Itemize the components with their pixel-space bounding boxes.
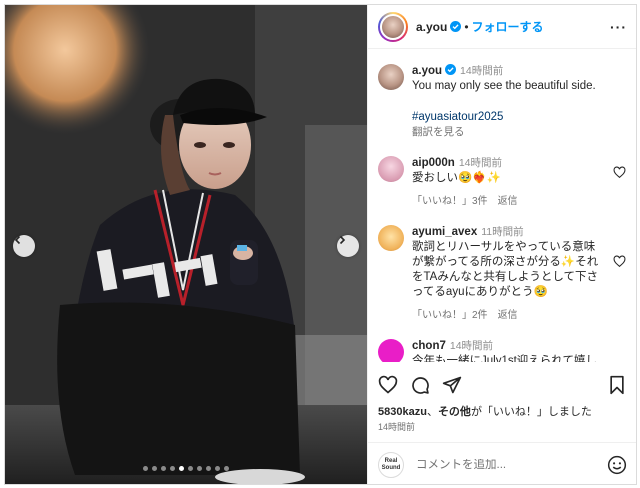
follow-button[interactable]: フォローする bbox=[472, 18, 544, 35]
liker-username[interactable]: 5830kazu bbox=[378, 406, 427, 418]
verified-badge-icon bbox=[450, 21, 462, 32]
current-user-avatar[interactable]: Real Sound bbox=[378, 451, 404, 478]
caption-text: You may only see the beautiful side. bbox=[412, 80, 596, 92]
commenter-avatar[interactable] bbox=[378, 156, 404, 182]
post-header: a.you • フォローする ··· bbox=[368, 5, 636, 49]
comment-username[interactable]: ayumi_avex bbox=[412, 226, 477, 238]
carousel-dot bbox=[215, 466, 220, 471]
commenter-avatar[interactable] bbox=[378, 339, 404, 362]
commenter-avatar[interactable] bbox=[378, 225, 404, 251]
comment-meta: 「いいね！」3件 返信 bbox=[412, 194, 606, 209]
caption-avatar[interactable] bbox=[378, 64, 404, 90]
comment-text: 今年も一緒にJuly1st迎えられて嬉し bbox=[412, 355, 597, 362]
comment-username[interactable]: aip000n bbox=[412, 157, 455, 169]
comment-list[interactable]: a.you 14時間前 You may only see the beautifu… bbox=[368, 50, 636, 362]
post-photo[interactable] bbox=[5, 5, 367, 484]
photo-illustration bbox=[5, 5, 367, 484]
post-actions-bar bbox=[378, 373, 627, 397]
comment-like-count[interactable]: 「いいね！」3件 bbox=[412, 196, 488, 207]
comment-item: aip000n 14時間前 愛おしい🥹❤️‍🔥✨ 「いいね！」3件 返信 bbox=[378, 156, 628, 209]
author-avatar[interactable] bbox=[378, 11, 408, 42]
likes-summary: 5830kazu、その他が「いいね！」しました bbox=[378, 403, 592, 419]
comment-input[interactable] bbox=[416, 458, 607, 471]
chevron-right-icon bbox=[339, 235, 346, 245]
comment-meta: 「いいね！」2件 返信 bbox=[412, 308, 606, 323]
carousel-dot bbox=[224, 466, 229, 471]
comment-username[interactable]: chon7 bbox=[412, 340, 446, 352]
author-username[interactable]: a.you bbox=[416, 20, 447, 34]
avatar-badge-line1: Real bbox=[384, 457, 398, 464]
carousel-dot bbox=[161, 466, 166, 471]
reply-button[interactable]: 返信 bbox=[498, 310, 518, 321]
translate-link[interactable]: 翻訳を見る bbox=[412, 125, 628, 140]
carousel-dot bbox=[143, 466, 148, 471]
post-timestamp[interactable]: 14時間前 bbox=[378, 420, 415, 433]
more-options-button[interactable]: ··· bbox=[610, 19, 627, 35]
comment-item: chon7 14時間前 今年も一緒にJuly1st迎えられて嬉し bbox=[378, 339, 628, 362]
likes-suffix: が「いいね！」しました bbox=[470, 406, 592, 418]
comment-item: ayumi_avex 11時間前 歌詞とリハーサルをやっている意味が繋がってる所の… bbox=[378, 225, 628, 323]
carousel-dot bbox=[206, 466, 211, 471]
avatar-badge-line2: Sound bbox=[381, 464, 401, 471]
bookmark-icon[interactable] bbox=[607, 375, 627, 395]
carousel-dot bbox=[179, 466, 184, 471]
carousel-dot bbox=[197, 466, 202, 471]
carousel-indicator bbox=[5, 466, 367, 471]
like-comment-heart-icon[interactable] bbox=[613, 166, 626, 179]
like-heart-icon[interactable] bbox=[378, 375, 398, 395]
caption-hashtag[interactable]: #ayuasiatour2025 bbox=[412, 110, 628, 125]
comment-time: 14時間前 bbox=[458, 157, 503, 169]
carousel-dot bbox=[170, 466, 175, 471]
likes-others-link[interactable]: その他 bbox=[438, 406, 471, 418]
chevron-left-icon bbox=[14, 235, 21, 245]
comment-time: 14時間前 bbox=[449, 340, 494, 352]
verified-badge-icon bbox=[445, 64, 457, 75]
comment-text: 愛おしい🥹❤️‍🔥✨ bbox=[412, 172, 501, 184]
caption-username[interactable]: a.you bbox=[412, 65, 442, 77]
carousel-dot bbox=[188, 466, 193, 471]
comment-like-count[interactable]: 「いいね！」2件 bbox=[412, 310, 488, 321]
reply-button[interactable]: 返信 bbox=[498, 196, 518, 207]
previous-image-button[interactable] bbox=[13, 235, 35, 257]
header-separator: • bbox=[464, 19, 469, 34]
comment-bubble-icon[interactable] bbox=[410, 375, 430, 395]
caption: a.you 14時間前 You may only see the beautifu… bbox=[378, 64, 628, 140]
share-paper-plane-icon[interactable] bbox=[442, 375, 462, 395]
comment-composer: Real Sound bbox=[368, 442, 636, 484]
caption-time: 14時間前 bbox=[460, 65, 504, 77]
instagram-post: a.you • フォローする ··· a.you 14時間前 You may on… bbox=[4, 4, 637, 485]
comment-time: 11時間前 bbox=[481, 226, 524, 238]
next-image-button[interactable] bbox=[337, 235, 359, 257]
comment-text: 歌詞とリハーサルをやっている意味が繋がってる所の深さが分る✨それをTAみんなと共… bbox=[412, 241, 599, 298]
emoji-picker-icon[interactable] bbox=[607, 455, 627, 475]
like-comment-heart-icon[interactable] bbox=[613, 255, 626, 268]
likes-connector: 、 bbox=[426, 406, 438, 418]
carousel-dot bbox=[152, 466, 157, 471]
post-side-panel: a.you • フォローする ··· a.you 14時間前 You may on… bbox=[367, 5, 636, 484]
